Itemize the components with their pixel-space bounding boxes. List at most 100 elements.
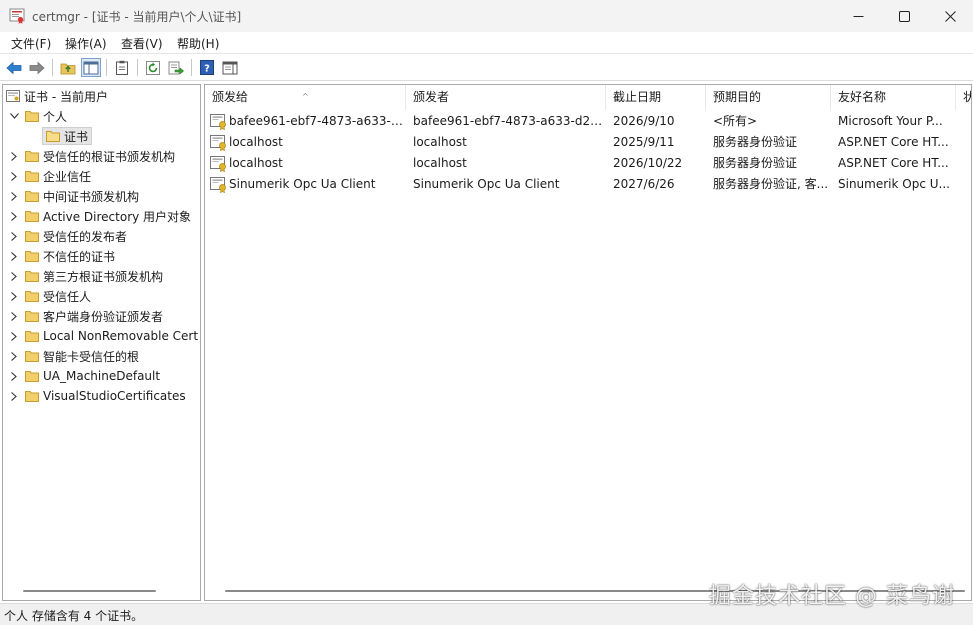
tree-horizontal-scrollbar[interactable] [23,590,156,592]
chevron-right-icon[interactable] [8,330,20,342]
tree-item[interactable]: 企业信任 [8,166,91,186]
back-button[interactable] [4,58,24,77]
maximize-button[interactable] [881,0,927,32]
tree-item[interactable]: VisualStudioCertificates [8,386,186,406]
toolbar-separator [137,59,138,76]
toolbar-separator [52,59,53,76]
tree-item[interactable]: 受信任的根证书颁发机构 [8,146,175,166]
column-header-intended-purposes[interactable]: 预期目的 [706,85,831,110]
certificate-icon [210,156,226,172]
menu-action[interactable]: 操作(A) [65,35,107,52]
tree-item[interactable]: 中间证书颁发机构 [8,186,139,206]
certmgr-app-icon [9,8,25,24]
tree-item-personal[interactable]: 个人 [8,106,67,126]
tree-item-label: UA_MachineDefault [43,369,161,383]
tree-item-label: 第三方根证书颁发机构 [43,269,164,284]
tree-item[interactable]: Local NonRemovable Cert [8,326,198,346]
cell-friendly: Sinumerik Opc U... [838,177,950,191]
menu-bar: 文件(F) 操作(A) 查看(V) 帮助(H) [0,32,973,54]
svg-text:?: ? [204,64,210,75]
chevron-right-icon[interactable] [8,250,20,262]
table-row[interactable]: Sinumerik Opc Ua Client Sinumerik Opc Ua … [205,174,971,195]
column-header-label: 友好名称 [838,90,887,104]
chevron-right-icon[interactable] [8,310,20,322]
folder-open-icon [46,131,60,142]
refresh-icon [146,60,160,75]
folder-icon [25,351,39,362]
tree-item[interactable]: UA_MachineDefault [8,366,160,386]
tree-item-label: 个人 [43,109,68,124]
cell-issued-to: bafee961-ebf7-4873-a633-d... [229,114,405,128]
chevron-right-icon[interactable] [8,290,20,302]
cell-expiry: 2027/6/26 [613,177,675,191]
chevron-right-icon[interactable] [8,230,20,242]
folder-icon [25,111,39,122]
chevron-right-icon[interactable] [8,210,20,222]
folder-icon [25,331,39,342]
tree-item-label: 受信任的根证书颁发机构 [43,149,176,164]
table-row[interactable]: localhost localhost 2025/9/11 服务器身份验证 ASP.NE… [205,132,971,153]
cell-purpose: 服务器身份验证, 客... [713,177,829,191]
chevron-right-icon[interactable] [8,350,20,362]
cell-purpose: 服务器身份验证 [713,135,798,149]
properties-button[interactable] [112,58,132,77]
tree-item[interactable]: 受信任的发布者 [8,226,127,246]
window-title: certmgr - [证书 - 当前用户\个人\证书] [32,10,242,24]
show-hide-console-tree-button[interactable] [81,58,101,77]
help-book-icon: ? [200,60,214,75]
tree-root[interactable]: 证书 - 当前用户 [6,86,108,106]
chevron-down-icon[interactable] [8,110,20,122]
export-list-icon [168,61,184,75]
tree-item[interactable]: 不信任的证书 [8,246,115,266]
chevron-right-icon[interactable] [8,190,20,202]
folder-icon [25,391,39,402]
tree-item[interactable]: 智能卡受信任的根 [8,346,139,366]
help-button[interactable]: ? [197,58,217,77]
up-level-button[interactable] [58,58,78,77]
forward-button[interactable] [27,58,47,77]
show-action-pane-button[interactable] [220,58,240,77]
folder-icon [25,151,39,162]
chevron-right-icon[interactable] [8,370,20,382]
chevron-right-icon[interactable] [8,170,20,182]
status-text: 个人 存储含有 4 个证书。 [4,609,144,623]
tree-item[interactable]: 受信任人 [8,286,91,306]
tree-item-label: 证书 [64,129,89,144]
console-tree[interactable]: 证书 - 当前用户 个人 证书 受信任的根证书颁发机构企业信任 中间证书颁发机构 A… [2,84,201,601]
tree-item-label: 智能卡受信任的根 [43,349,140,364]
chevron-right-icon[interactable] [8,390,20,402]
certificate-icon [210,135,226,151]
menu-file[interactable]: 文件(F) [11,35,51,52]
close-icon [944,10,956,22]
chevron-right-icon[interactable] [8,150,20,162]
column-header-expiration[interactable]: 截止日期 [606,85,706,110]
export-list-button[interactable] [166,58,186,77]
column-header-friendly-name[interactable]: 友好名称 [831,85,956,110]
folder-icon [25,171,39,182]
tree-item-label: 客户端身份验证颁发者 [43,309,164,324]
minimize-button[interactable] [835,0,881,32]
menu-view[interactable]: 查看(V) [121,35,163,52]
close-button[interactable] [927,0,973,32]
tree-item-label: Active Directory 用户对象 [43,209,192,224]
column-header-issued-to[interactable]: 颁发给 ^ [205,85,406,110]
tree-selection-highlight: 证书 [42,127,93,145]
cell-issued-to: Sinumerik Opc Ua Client [229,177,376,191]
table-row[interactable]: bafee961-ebf7-4873-a633-d... bafee961-ebf… [205,111,971,132]
certificate-list[interactable]: 颁发给 ^ 颁发者 截止日期 预期目的 友好名称 状 bafee961-ebf7… [204,84,972,601]
certificate-icon [210,177,226,193]
folder-icon [25,211,39,222]
folder-up-icon [60,63,76,74]
column-header-issued-by[interactable]: 颁发者 [406,85,606,110]
table-row[interactable]: localhost localhost 2026/10/22 服务器身份验证 ASP.N… [205,153,971,174]
tree-item-certificates[interactable]: 证书 [42,126,93,146]
tree-item[interactable]: 第三方根证书颁发机构 [8,266,163,286]
chevron-right-icon[interactable] [8,270,20,282]
folder-icon [25,291,39,302]
tree-item[interactable]: 客户端身份验证颁发者 [8,306,163,326]
toolbar-separator [191,59,192,76]
tree-item[interactable]: Active Directory 用户对象 [8,206,191,226]
menu-help[interactable]: 帮助(H) [177,35,219,52]
column-header-status[interactable]: 状 [956,85,971,110]
refresh-button[interactable] [143,58,163,77]
